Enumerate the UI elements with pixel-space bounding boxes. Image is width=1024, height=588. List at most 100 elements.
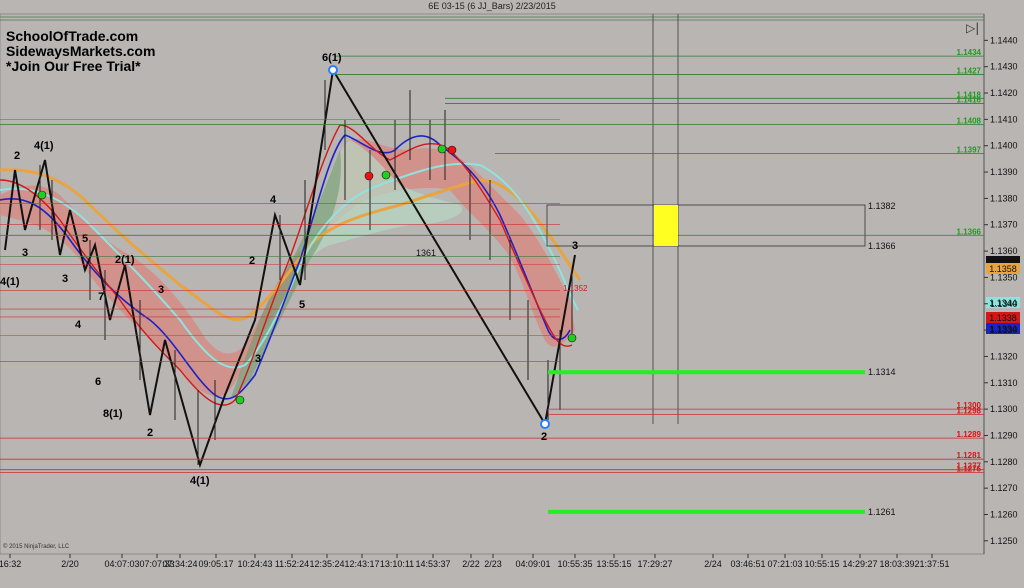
red-level-label: 1.1298 [957, 406, 982, 415]
y-tick-label: 1.1440 [990, 35, 1018, 45]
brand-watermark: SchoolOfTrade.com SidewaysMarkets.com *J… [6, 29, 155, 74]
wave-label: 6 [95, 376, 101, 388]
wave-label: 2 [249, 255, 255, 267]
red-level-label: 1.1289 [957, 430, 982, 439]
y-tick-label: 1.1380 [990, 193, 1018, 203]
price-badge-label: 1.1338 [989, 313, 1017, 323]
wave-label: 3 [255, 353, 261, 365]
signal-dot [235, 395, 245, 405]
wave-label: 5 [299, 299, 305, 311]
x-tick-label: 2/22 [462, 559, 480, 569]
svg-text:▷|: ▷| [966, 21, 979, 35]
green-level-label: 1.1397 [957, 146, 982, 155]
wave-label: 2 [541, 431, 547, 443]
green-level-label: 1.1416 [957, 96, 982, 105]
target-label: 1.1314 [868, 367, 896, 377]
x-tick-label: 14:29:27 [842, 559, 877, 569]
x-tick-label: 2/20 [61, 559, 79, 569]
chart-window: 6E 03-15 (6 JJ_Bars) 2/23/2015 ▷| 1.1434… [0, 0, 1024, 588]
signal-dot [381, 170, 391, 180]
wave-label: 8(1) [103, 408, 123, 420]
target-label: 1.1261 [868, 507, 896, 517]
y-tick-label: 1.1340 [990, 299, 1018, 309]
swing-marker [540, 419, 550, 429]
box-top-label: 1.1382 [868, 201, 896, 211]
y-tick-label: 1.1300 [990, 404, 1018, 414]
y-tick-label: 1.1390 [990, 167, 1018, 177]
y-tick-label: 1.1410 [990, 114, 1018, 124]
x-tick-label: 04:07:03 [104, 559, 139, 569]
brand-line: SidewaysMarkets.com [6, 43, 156, 59]
wave-label: 6(1) [322, 52, 342, 64]
x-tick-label: 03:46:51 [730, 559, 765, 569]
signal-dot [37, 190, 47, 200]
y-tick-label: 1.1320 [990, 351, 1018, 361]
x-tick-label: 13:10:11 [380, 559, 414, 569]
highlight-box [654, 205, 678, 246]
x-tick-label: 18:03:39 [879, 559, 914, 569]
green-level-label: 1.1366 [957, 227, 982, 236]
x-tick-label: 13:55:15 [596, 559, 631, 569]
wave-label: 2 [14, 150, 20, 162]
x-tick-label: 07:34:24 [162, 559, 197, 569]
signal-dot [437, 144, 447, 154]
x-tick-label: 21:37:51 [914, 559, 949, 569]
y-tick-label: 1.1250 [990, 536, 1018, 546]
x-tick-label: 14:53:37 [415, 559, 450, 569]
wave-label: 3 [572, 240, 578, 252]
wave-label: 4 [270, 194, 277, 206]
y-tick-label: 1.1360 [990, 246, 1018, 256]
wave-label: 2 [147, 427, 153, 439]
box-bottom-label: 1.1366 [868, 241, 896, 251]
signal-dot [364, 171, 374, 181]
wave-label: 2(1) [115, 254, 135, 266]
y-tick-label: 1.1270 [990, 483, 1018, 493]
wave-label: 3 [62, 273, 68, 285]
mid-annotation: 1361 [416, 248, 436, 258]
x-tick-label: 10:55:15 [804, 559, 839, 569]
y-tick-label: 1.1310 [990, 378, 1018, 388]
x-tick-label: 2/23 [484, 559, 502, 569]
x-tick-label: 12:35:24 [309, 559, 344, 569]
x-tick-label: 11:52:24 [275, 559, 309, 569]
y-tick-label: 1.1420 [990, 88, 1018, 98]
wave-label: 3 [158, 284, 164, 296]
wave-label: 3 [22, 247, 28, 259]
brand-line: *Join Our Free Trial* [6, 58, 141, 74]
x-tick-label: 10:55:35 [557, 559, 592, 569]
red-level-label: 1.1276 [957, 464, 982, 473]
y-tick-label: 1.1330 [990, 325, 1018, 335]
price-bars-layer: ▷| [0, 14, 979, 469]
swing-marker [328, 65, 338, 75]
y-tick-label: 1.1280 [990, 457, 1018, 467]
wave-label: 4 [75, 319, 82, 331]
x-tick-label: 2/24 [704, 559, 722, 569]
wave-label: 4(1) [0, 276, 20, 288]
small-red-annotation: 1.1352 [563, 284, 588, 293]
y-tick-label: 1.1260 [990, 509, 1018, 519]
green-level-label: 1.1408 [957, 117, 982, 126]
wave-label: 4(1) [190, 475, 210, 487]
x-tick-label: 16:32 [0, 559, 21, 569]
signal-dot [447, 145, 457, 155]
copyright-text: © 2015 NinjaTrader, LLC [3, 544, 70, 550]
y-tick-label: 1.1350 [990, 272, 1018, 282]
signal-dot [567, 333, 577, 343]
x-tick-label: 10:24:43 [237, 559, 272, 569]
x-tick-label: 17:29:27 [637, 559, 672, 569]
wave-label: 4(1) [34, 140, 54, 152]
y-tick-label: 1.1370 [990, 220, 1018, 230]
brand-line: SchoolOfTrade.com [6, 28, 139, 44]
x-tick-label: 04:09:01 [515, 559, 550, 569]
wave-label: 7 [98, 291, 104, 303]
green-level-label: 1.1427 [957, 67, 982, 76]
x-tick-label: 12:43:17 [344, 559, 379, 569]
green-level-label: 1.1434 [957, 48, 982, 57]
x-tick-label: 07:21:03 [767, 559, 802, 569]
y-tick-label: 1.1290 [990, 430, 1018, 440]
red-level-label: 1.1281 [957, 451, 982, 460]
price-chart[interactable]: ▷| 1.14341.14271.14181.14161.14081.13971… [0, 0, 1024, 588]
x-tick-label: 09:05:17 [198, 559, 233, 569]
y-tick-label: 1.1430 [990, 62, 1018, 72]
y-tick-label: 1.1400 [990, 141, 1018, 151]
